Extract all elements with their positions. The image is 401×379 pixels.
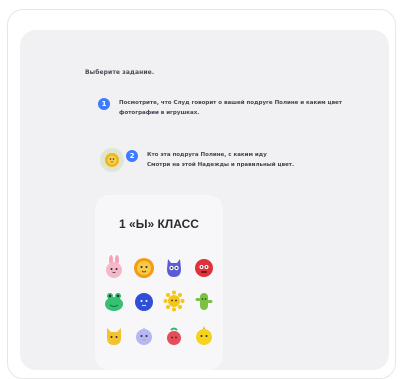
blue-ball-icon[interactable]: [132, 289, 156, 313]
yellow-chick-icon[interactable]: [192, 323, 216, 347]
class-title: 1 «Ы» КЛАСС: [119, 217, 199, 231]
yellow-cat-icon[interactable]: [102, 323, 126, 347]
step-1-text: Посмотрите, что Слуд говорит о вашей под…: [119, 98, 342, 118]
green-frog-icon[interactable]: [102, 289, 126, 313]
step-2-text: Кто эта подруга Полине, с каким иду Смот…: [147, 150, 294, 170]
class-card[interactable]: 1 «Ы» КЛАСС: [95, 195, 223, 370]
step-number-icon: 1: [98, 98, 110, 110]
step-number-icon: 2: [126, 150, 138, 162]
lavender-bird-icon[interactable]: [132, 323, 156, 347]
step-1-line-1: Посмотрите, что Слуд говорит о вашей под…: [119, 100, 342, 106]
animal-grid: [102, 255, 216, 347]
step-1-line-2: фотографии в игрушках.: [119, 110, 200, 116]
step-2-line-1: Кто эта подруга Полине, с каким иду: [147, 152, 267, 158]
instruction-step-2: 2 Кто эта подруга Полине, с каким иду См…: [126, 150, 294, 170]
red-monster-icon[interactable]: [192, 255, 216, 279]
yellow-sun-icon[interactable]: [162, 289, 186, 313]
lion-mascot-icon: [100, 148, 124, 172]
red-berry-icon[interactable]: [162, 323, 186, 347]
blue-owl-icon[interactable]: [162, 255, 186, 279]
green-cactus-icon[interactable]: [192, 289, 216, 313]
yellow-lion-icon[interactable]: [132, 255, 156, 279]
instruction-step-1: 1 Посмотрите, что Слуд говорит о вашей п…: [98, 98, 342, 118]
pink-bunny-icon[interactable]: [102, 255, 126, 279]
instructions-heading: Выберите задание.: [85, 69, 155, 76]
step-2-line-2: Смотри на этой Надежды и правильный цвет…: [147, 162, 295, 168]
